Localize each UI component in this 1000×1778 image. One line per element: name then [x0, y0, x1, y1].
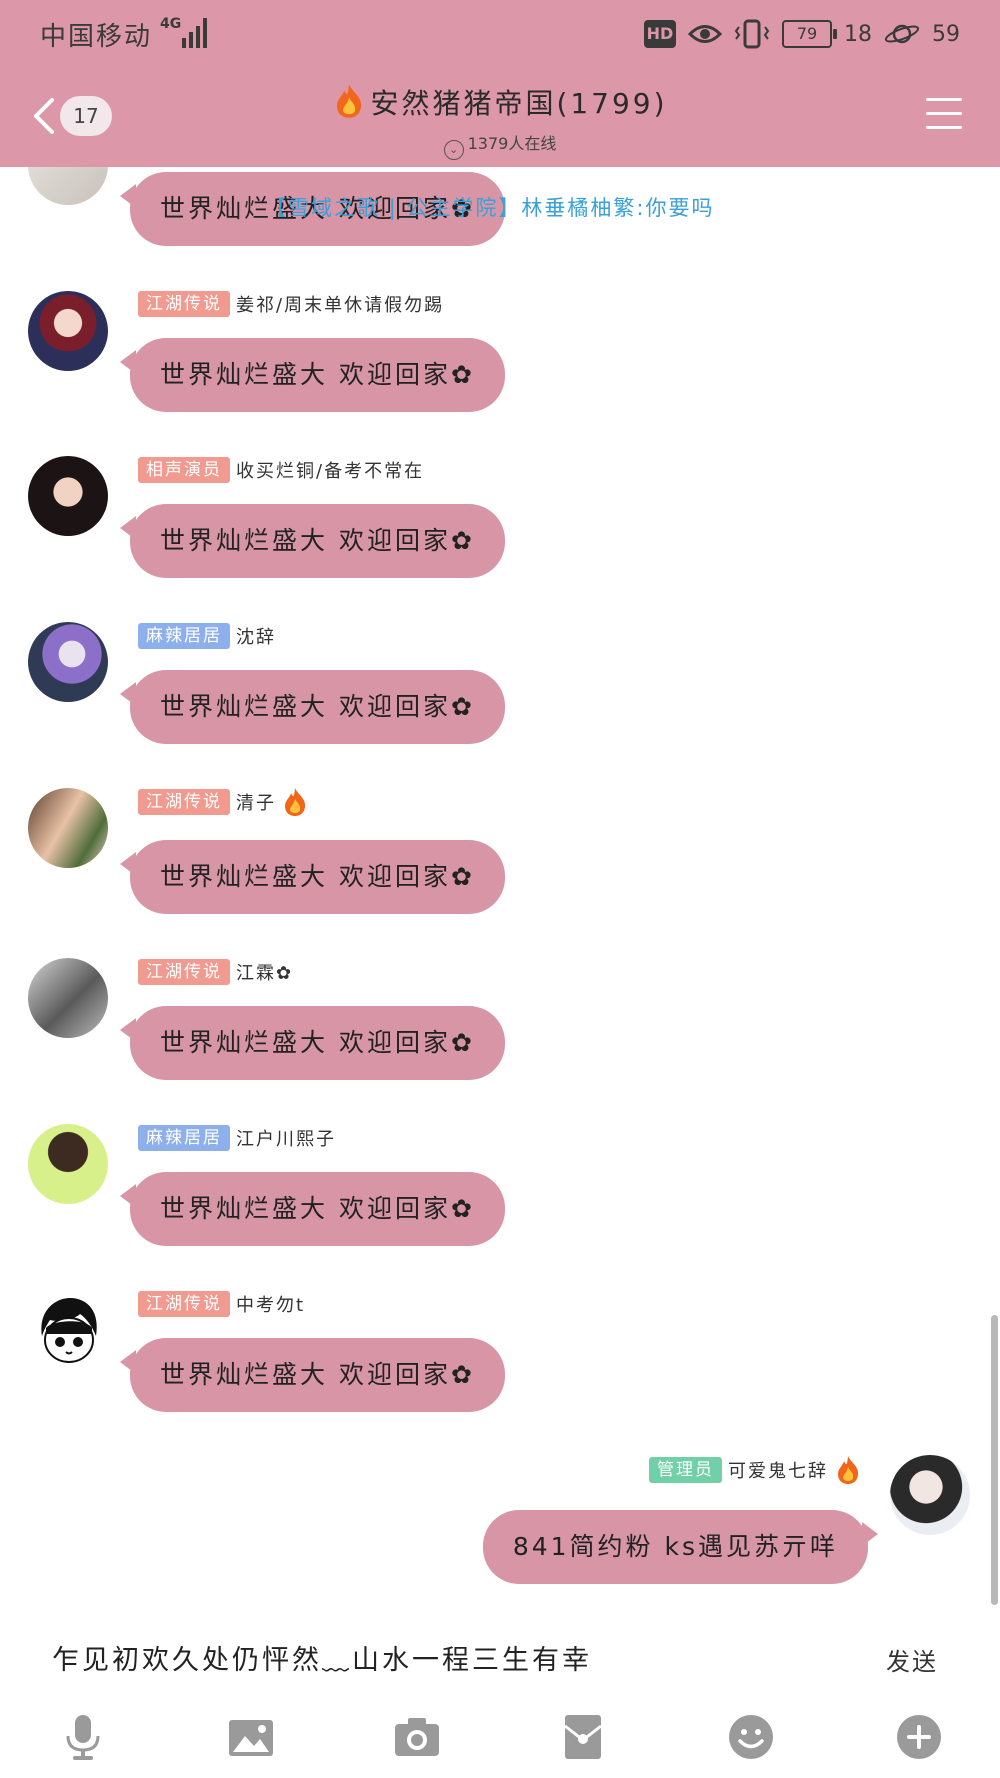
rank-badge: 江湖传说 — [138, 1291, 230, 1317]
plus-icon[interactable] — [894, 1712, 944, 1762]
status-bar: 中国移动 4G HD 79 18 59 — [0, 0, 1000, 68]
sender-meta: 江湖传说 中考勿t — [138, 1290, 305, 1318]
message-bubble[interactable]: 世界灿烂盛大 欢迎回家✿ — [120, 504, 505, 578]
message-bubble[interactable]: 841简约粉 ks遇见苏亓咩 — [482, 1510, 879, 1584]
rank-badge: 麻辣居居 — [138, 1125, 230, 1151]
battery-icon: 79 — [782, 20, 837, 48]
signal-icon: 4G — [160, 16, 207, 48]
eye-icon — [688, 25, 722, 43]
avatar[interactable] — [28, 1124, 108, 1204]
sender-meta: 江湖传说 清子 — [138, 788, 308, 816]
group-title-wrap[interactable]: 安然猪猪帝国(1799) — [0, 82, 1000, 122]
red-packet-icon[interactable] — [558, 1712, 608, 1762]
fire-icon — [285, 788, 306, 816]
battery-level: 79 — [796, 24, 818, 43]
avatar[interactable] — [28, 958, 108, 1038]
message-bubble[interactable]: 世界灿烂盛大 欢迎回家✿ — [120, 1338, 505, 1412]
sender-meta: 相声演员 收买烂铜/备考不常在 — [138, 456, 424, 484]
carrier-label: 中国移动 — [40, 22, 153, 52]
online-status: ⌄ 1379人在线 — [0, 130, 1000, 160]
chevron-down-icon[interactable]: ⌄ — [443, 140, 464, 160]
data-speed: 18 — [844, 21, 872, 47]
sender-meta: 麻辣居居 江户川熙子 — [138, 1124, 336, 1152]
avatar[interactable] — [28, 788, 108, 868]
header: 中国移动 4G HD 79 18 59 17 安然猪猪帝国(1799) ⌄ 13… — [0, 0, 1000, 167]
avatar-drawing — [41, 1298, 97, 1363]
send-button[interactable]: 发送 — [886, 1642, 938, 1677]
sender-meta: 管理员 可爱鬼七辞 — [649, 1456, 862, 1484]
menu-icon[interactable] — [926, 98, 962, 132]
fire-icon — [337, 84, 362, 118]
sender-name[interactable]: 姜祁/周末单休请假勿踢 — [236, 291, 444, 317]
avatar[interactable] — [28, 456, 108, 536]
avatar[interactable] — [28, 622, 108, 702]
message-input-row: 乍见初欢久处仍怦然﹏山水一程三生有幸 发送 — [0, 1620, 1000, 1700]
scrollbar[interactable] — [991, 1315, 998, 1605]
sender-name[interactable]: 清子 — [236, 789, 276, 815]
vibrate-icon — [734, 19, 770, 49]
network-type: 4G — [160, 16, 181, 32]
online-count: 1379人在线 — [467, 134, 557, 153]
avatar[interactable] — [28, 291, 108, 371]
message-bubble[interactable]: 世界灿烂盛大 欢迎回家✿ — [120, 1172, 505, 1246]
admin-badge: 管理员 — [649, 1457, 722, 1483]
message-bubble[interactable]: 世界灿烂盛大 欢迎回家✿ — [120, 670, 505, 744]
message-bubble[interactable]: 世界灿烂盛大 欢迎回家✿ — [120, 338, 505, 412]
planet-icon — [884, 24, 920, 44]
sender-name[interactable]: 可爱鬼七辞 — [728, 1457, 828, 1483]
sender-meta: 江湖传说 姜祁/周末单休请假勿踢 — [138, 290, 444, 318]
rank-badge: 江湖传说 — [138, 291, 230, 317]
hd-icon: HD — [644, 20, 676, 48]
image-icon[interactable] — [226, 1712, 276, 1762]
microphone-icon[interactable] — [58, 1712, 108, 1762]
input-toolbar — [0, 1712, 1000, 1772]
message-bubble[interactable]: 世界灿烂盛大 欢迎回家✿ — [120, 1006, 505, 1080]
notice-text[interactable]: 【雪域之歌 | 公主学院】林垂橘柚繁:你要吗 — [265, 192, 715, 222]
sender-meta: 麻辣居居 沈辞 — [138, 622, 276, 650]
sender-meta: 江湖传说 江霖✿ — [138, 958, 293, 986]
chat-area[interactable]: 世界灿烂盛大 欢迎回家✿ 【雪域之歌 | 公主学院】林垂橘柚繁:你要吗 江湖传说… — [0, 0, 1000, 1610]
sender-name[interactable]: 收买烂铜/备考不常在 — [236, 457, 424, 483]
sender-name[interactable]: 沈辞 — [236, 623, 276, 649]
status-icons: HD 79 18 59 — [644, 14, 960, 54]
sender-name[interactable]: 江霖✿ — [236, 959, 293, 985]
message-bubble[interactable]: 世界灿烂盛大 欢迎回家✿ — [120, 840, 505, 914]
camera-icon[interactable] — [392, 1712, 442, 1762]
sender-name[interactable]: 中考勿t — [236, 1291, 305, 1317]
emoji-icon[interactable] — [726, 1712, 776, 1762]
rank-badge: 江湖传说 — [138, 959, 230, 985]
rank-badge: 江湖传说 — [138, 789, 230, 815]
fire-icon — [838, 1456, 859, 1484]
avatar[interactable] — [890, 1455, 970, 1535]
avatar[interactable] — [28, 1290, 108, 1370]
sender-name[interactable]: 江户川熙子 — [236, 1125, 336, 1151]
group-title: 安然猪猪帝国(1799) — [370, 87, 668, 120]
rank-badge: 麻辣居居 — [138, 623, 230, 649]
signal-value: 59 — [932, 21, 960, 47]
message-input[interactable]: 乍见初欢久处仍怦然﹏山水一程三生有幸 — [52, 1638, 592, 1677]
rank-badge: 相声演员 — [138, 457, 230, 483]
